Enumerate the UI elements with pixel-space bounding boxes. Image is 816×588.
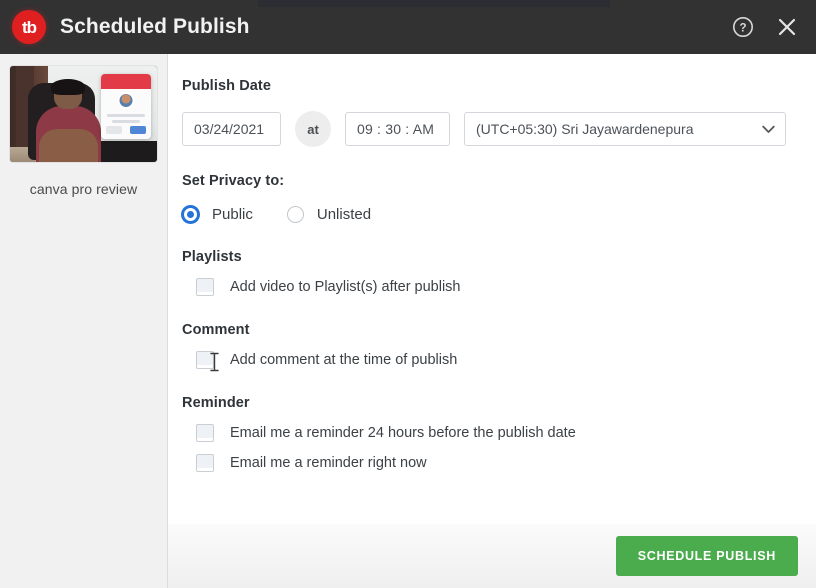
dialog-body: canva pro review Publish Date 03/24/2021… (0, 54, 816, 588)
chevron-down-icon (762, 121, 775, 137)
video-sidebar: canva pro review (0, 54, 168, 588)
reminder-24h-checkbox-icon[interactable] (196, 424, 214, 442)
thumbnail-person-hair (51, 79, 85, 95)
thumbnail-desk (95, 140, 157, 162)
thumbnail-person-arm (39, 129, 99, 162)
privacy-option-public-label: Public (212, 206, 253, 223)
reminder-now-checkbox-icon[interactable] (196, 454, 214, 472)
reminder-label: Reminder (182, 395, 250, 411)
video-title: canva pro review (29, 181, 138, 197)
main-panel: Publish Date 03/24/2021 at 09 : 30 : AM … (168, 54, 816, 588)
timezone-select[interactable]: (UTC+05:30) Sri Jayawardenepura (464, 112, 786, 146)
publish-date-row: 03/24/2021 at 09 : 30 : AM (UTC+05:30) S… (182, 111, 792, 147)
logo-label: tb (21, 17, 37, 37)
playlist-checkbox-label: Add video to Playlist(s) after publish (230, 279, 461, 295)
dialog-title: Scheduled Publish (60, 15, 250, 38)
comment-checkbox-icon[interactable] (196, 351, 214, 369)
publish-time-input[interactable]: 09 : 30 : AM (345, 112, 450, 146)
thumbnail-card-button (106, 125, 123, 135)
comment-section: Comment Add comment at the time of publi… (182, 322, 792, 369)
title-bar: tb Scheduled Publish ? (0, 0, 816, 54)
tubebuddy-logo: tb (12, 10, 46, 44)
timezone-value: (UTC+05:30) Sri Jayawardenepura (476, 121, 694, 137)
thumbnail-card-banner (101, 73, 152, 90)
thumbnail-card-button (130, 125, 147, 135)
title-bar-actions: ? (730, 14, 800, 40)
radio-public-icon[interactable] (182, 206, 199, 223)
comment-checkbox-row[interactable]: Add comment at the time of publish (196, 351, 792, 369)
dialog-footer: SCHEDULE PUBLISH (168, 524, 816, 588)
privacy-option-unlisted-label: Unlisted (316, 206, 372, 223)
publish-date-label: Publish Date (182, 78, 272, 94)
playlists-label: Playlists (182, 249, 242, 265)
playlist-checkbox-icon[interactable] (196, 278, 214, 296)
privacy-label: Set Privacy to: (182, 173, 285, 189)
reminder-section: Reminder Email me a reminder 24 hours be… (182, 395, 792, 472)
at-separator: at (295, 111, 331, 147)
playlists-section: Playlists Add video to Playlist(s) after… (182, 249, 792, 296)
privacy-option-public[interactable]: Public (182, 206, 253, 223)
reminder-now-checkbox-row[interactable]: Email me a reminder right now (196, 454, 792, 472)
thumbnail-card-line (112, 120, 141, 124)
privacy-radio-group: Public Unlisted (182, 206, 792, 223)
privacy-section: Set Privacy to: Public Unlisted (182, 173, 792, 223)
comment-checkbox-label: Add comment at the time of publish (230, 352, 458, 368)
thumbnail-image (10, 66, 157, 162)
video-thumbnail[interactable] (10, 66, 157, 162)
privacy-option-unlisted[interactable]: Unlisted (286, 206, 372, 223)
thumbnail-card-line (107, 114, 146, 118)
playlist-checkbox-row[interactable]: Add video to Playlist(s) after publish (196, 278, 792, 296)
thumbnail-card-avatar (117, 91, 135, 109)
reminder-24h-checkbox-label: Email me a reminder 24 hours before the … (230, 425, 576, 441)
reminder-24h-checkbox-row[interactable]: Email me a reminder 24 hours before the … (196, 424, 792, 442)
comment-label: Comment (182, 322, 250, 338)
reminder-now-checkbox-label: Email me a reminder right now (230, 455, 427, 471)
close-icon[interactable] (774, 14, 800, 40)
title-bar-shade (258, 0, 610, 7)
scheduled-publish-dialog: tb Scheduled Publish ? canva pro review … (0, 0, 816, 588)
thumbnail-overlay-card (101, 73, 152, 139)
schedule-publish-button[interactable]: SCHEDULE PUBLISH (615, 536, 798, 576)
svg-text:?: ? (739, 22, 746, 34)
help-circle-icon[interactable]: ? (730, 14, 756, 40)
radio-unlisted-icon[interactable] (286, 206, 304, 223)
publish-date-input[interactable]: 03/24/2021 (182, 112, 281, 146)
schedule-form: Publish Date 03/24/2021 at 09 : 30 : AM … (168, 54, 816, 524)
